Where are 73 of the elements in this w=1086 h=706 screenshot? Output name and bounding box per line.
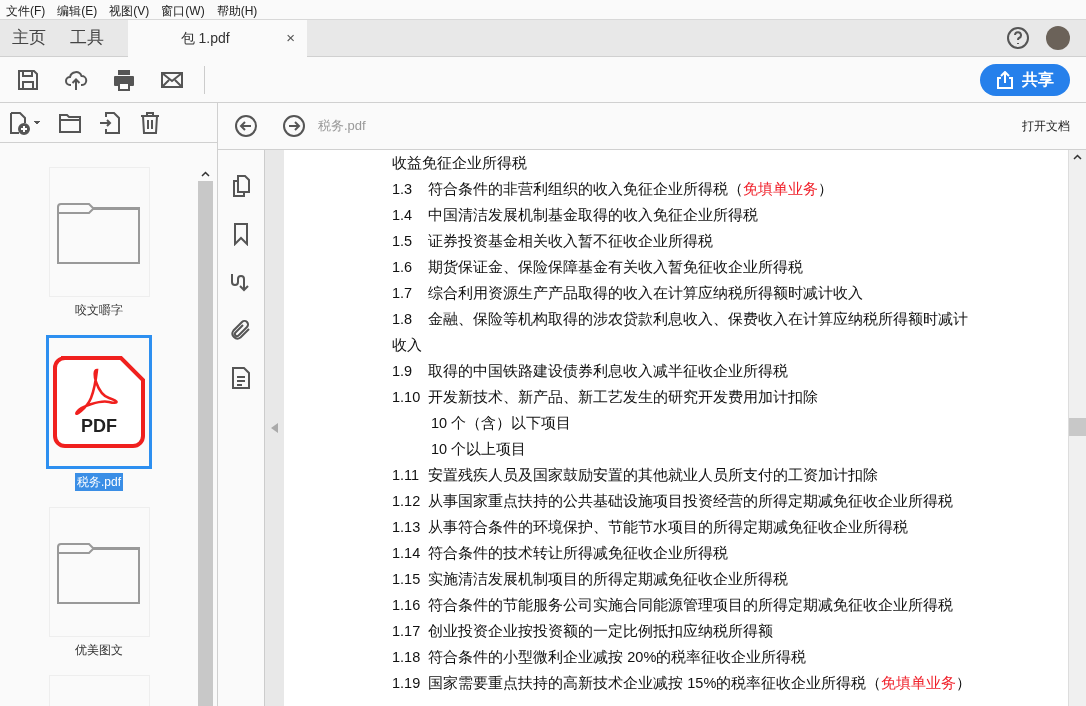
print-icon[interactable] [112,67,136,92]
menu-item[interactable]: 文件(F) [0,0,52,19]
item-number: 1.5 [392,232,414,251]
document-text: 取得的中国铁路建设债券利息收入减半征收企业所得税 [428,363,788,379]
document-text: 从事符合条件的环境保护、节能节水项目的所得定期减免征收企业所得税 [428,519,909,535]
menu-item[interactable]: 窗口(W) [155,0,211,19]
document-text: 符合条件的节能服务公司实施合同能源管理项目的所得定期减免征收企业所得税 [428,597,954,613]
document-text: 创业投资企业按投资额的一定比例抵扣应纳税所得额 [428,623,774,639]
save-icon[interactable] [16,67,40,92]
nav-tab[interactable]: 主页 [0,25,58,51]
item-number: 1.19 [392,674,421,693]
pdf-file-icon [53,356,145,449]
item-number: 1.16 [392,596,421,615]
item-number: 1.6 [392,258,414,277]
scrollbar[interactable] [1068,150,1086,706]
document-text: 10 个（含）以下项目 [431,415,572,431]
menu-item[interactable]: 编辑(E) [51,0,104,19]
document-text: 收益免征企业所得税 [392,155,527,171]
file-thumbnail[interactable]: PDF [46,335,152,470]
share-button[interactable]: 共享 [980,63,1070,96]
item-number: 1.3 [392,180,414,199]
add-file-icon[interactable] [8,110,42,135]
scrollbar[interactable] [198,167,213,706]
close-tab-button[interactable]: × [282,26,299,50]
document-text: 证券投资基金相关收入暂不征收企业所得税 [428,233,713,249]
item-number: 1.7 [392,284,414,303]
menu-item[interactable]: 帮助(H) [210,0,264,19]
share-icon [996,70,1014,89]
document-text: 综合利用资源生产产品取得的收入在计算应纳税所得额时减计收入 [428,285,863,301]
document-icon[interactable] [229,366,253,390]
open-document-link[interactable]: 打开文档 [1022,117,1070,135]
document-text: 安置残疾人员及国家鼓励安置的其他就业人员所支付的工资加计扣除 [428,467,878,483]
document-tab[interactable]: 包 1.pdf × [128,19,307,57]
file-name: 咬文嚼字 [74,302,124,320]
avatar[interactable] [1046,26,1070,50]
back-icon[interactable] [234,114,258,138]
document-text: 实施清洁发展机制项目的所得定期减免征收企业所得税 [428,571,789,587]
item-number: 1.11 [392,466,420,485]
item-number: 1.15 [392,570,421,589]
pdf-label: PDF [80,415,118,439]
document-text: 国家需要重点扶持的高新技术企业减按 15%的税率征收企业所得税（免填单业务） [428,675,972,691]
menu-item[interactable]: 视图(V) [103,0,156,19]
file-thumbnail[interactable] [48,507,150,638]
scroll-thumb[interactable] [1069,418,1086,436]
forward-icon[interactable] [282,114,306,138]
help-icon[interactable] [1006,26,1030,50]
document-text: 开发新技术、新产品、新工艺发生的研究开发费用加计扣除 [428,389,819,405]
item-number: 1.8 [392,310,414,329]
document-text: 符合条件的技术转让所得减免征收企业所得税 [428,545,729,561]
paperclip-icon[interactable] [229,318,253,342]
document-text: 金融、保险等机构取得的涉农贷款利息收入、保费收入在计算应纳税所得额时减计 [428,311,968,327]
document-text: 中国清洁发展机制基金取得的收入免征企业所得税 [428,207,758,223]
item-number: 1.18 [392,648,421,667]
export-file-icon[interactable] [98,110,122,135]
item-number: 1.4 [392,206,414,225]
item-number: 1.12 [392,492,421,511]
document-text: 从事国家重点扶持的公共基础设施项目投资经营的所得定期减免征收企业所得税 [428,493,954,509]
trash-icon[interactable] [138,110,162,135]
item-number: 1.10 [392,388,421,407]
document-text: 期货保证金、保险保障基金有关收入暂免征收企业所得税 [428,259,803,275]
document-text: 10 个以上项目 [431,441,527,457]
file-title: 税务.pdf [318,117,366,136]
item-number: 1.17 [392,622,421,641]
file-name: 税务.pdf [75,473,123,492]
document-text: 符合条件的非营利组织的收入免征企业所得税（免填单业务） [428,181,833,197]
item-number: 1.13 [392,518,421,537]
file-name: 优美图文 [74,642,124,660]
nav-tab[interactable]: 工具 [58,25,116,51]
file-thumbnail[interactable] [48,167,150,298]
item-number: 1.14 [392,544,421,563]
document-text: 收入 [392,337,422,353]
document-text: 符合条件的小型微利企业减按 20%的税率征收企业所得税 [428,649,807,665]
item-number: 1.9 [392,362,414,381]
